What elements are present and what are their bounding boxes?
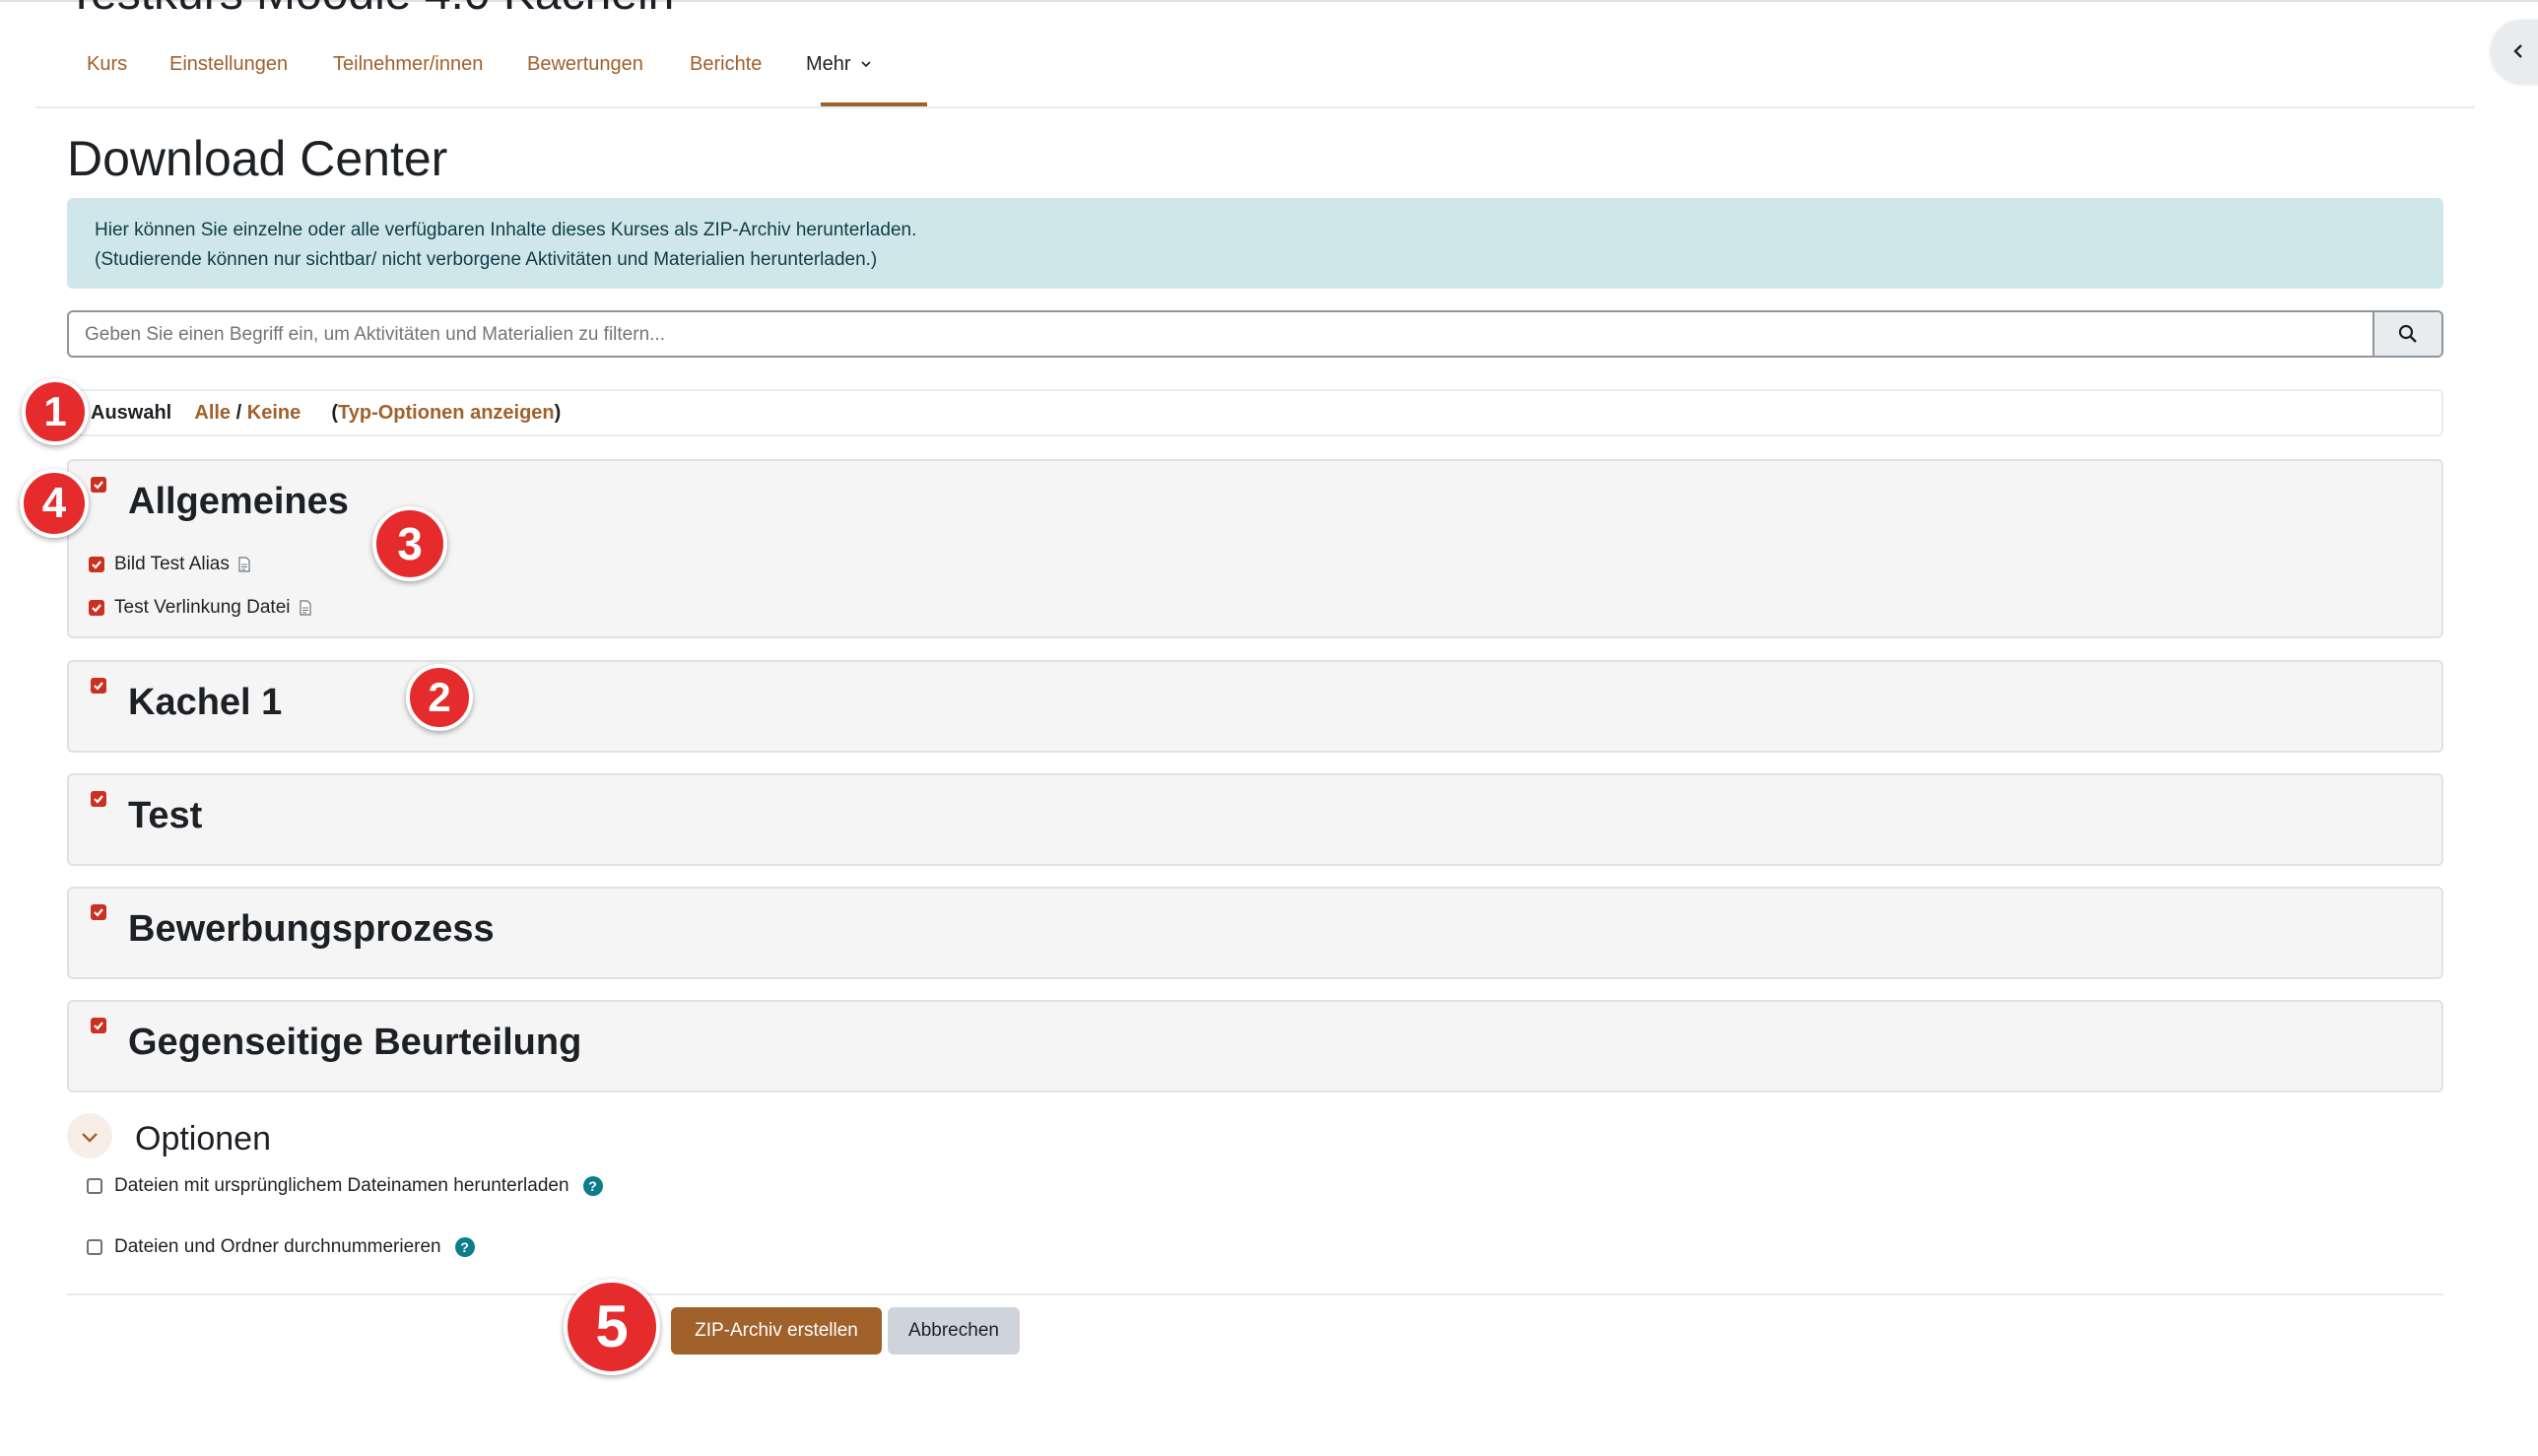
page-title: Download Center — [67, 131, 448, 186]
options-title: Optionen — [135, 1120, 271, 1158]
course-nav: Kurs Einstellungen Teilnehmer/innen Bewe… — [35, 32, 2475, 108]
item-label: Test Verlinkung Datei — [114, 597, 291, 618]
option-label: Dateien und Ordner durchnummerieren — [114, 1236, 441, 1257]
drawer-toggle-button[interactable] — [2491, 20, 2538, 83]
chevron-down-icon — [82, 1133, 98, 1143]
filter-input[interactable] — [83, 316, 2382, 354]
search-icon — [2398, 324, 2417, 343]
item-checkbox[interactable] — [89, 600, 104, 616]
option-checkbox[interactable] — [87, 1178, 102, 1194]
option-label: Dateien mit ursprünglichem Dateinamen he… — [114, 1175, 569, 1196]
file-icon — [238, 557, 250, 572]
section-checkbox[interactable] — [91, 1018, 106, 1033]
section-checkbox[interactable] — [91, 477, 106, 493]
tab-einstellungen[interactable]: Einstellungen — [169, 53, 288, 76]
file-icon — [299, 600, 311, 616]
section-title: Test — [128, 795, 203, 836]
annotation-badge: 3 — [372, 506, 447, 581]
section-test: Test — [67, 773, 2443, 866]
section-checkbox[interactable] — [91, 678, 106, 694]
section-title: Bewerbungsprozess — [128, 908, 495, 950]
tab-teilnehmer[interactable]: Teilnehmer/innen — [333, 53, 483, 76]
help-icon[interactable]: ? — [582, 1176, 603, 1196]
filter-search — [67, 310, 2443, 358]
create-zip-button[interactable]: ZIP-Archiv erstellen — [671, 1307, 882, 1355]
select-all-link[interactable]: Alle — [194, 402, 231, 424]
list-item: Bild Test Alias — [89, 554, 251, 575]
item-checkbox[interactable] — [89, 557, 104, 572]
help-icon[interactable]: ? — [454, 1237, 475, 1257]
course-title: Testkurs Moodle 4.0 Kacheln — [67, 0, 674, 21]
tab-mehr-label: Mehr — [806, 53, 851, 75]
section-title: Allgemeines — [128, 481, 349, 522]
section-title: Gegenseitige Beurteilung — [128, 1022, 582, 1063]
selection-separator: / — [235, 402, 242, 424]
paren-close: ) — [554, 402, 562, 424]
option-checkbox[interactable] — [87, 1239, 102, 1255]
info-line-2: (Studierende können nur sichtbar/ nicht … — [95, 249, 878, 270]
selection-bar: Auswahl Alle / Keine (Typ-Optionen anzei… — [67, 389, 2443, 436]
annotation-badge: 4 — [20, 469, 89, 538]
type-options-link[interactable]: Typ-Optionen anzeigen — [338, 402, 555, 424]
section-bewerbungsprozess: Bewerbungsprozess — [67, 887, 2443, 979]
info-line-1: Hier können Sie einzelne oder alle verfü… — [95, 220, 917, 240]
section-checkbox[interactable] — [91, 904, 106, 920]
tab-kurs[interactable]: Kurs — [87, 53, 127, 76]
active-tab-indicator — [821, 102, 927, 106]
info-alert: Hier können Sie einzelne oder alle verfü… — [67, 198, 2443, 289]
tab-mehr[interactable]: Mehr — [806, 53, 872, 76]
annotation-badge: 2 — [406, 664, 473, 731]
annotation-badge: 5 — [564, 1279, 660, 1375]
section-checkbox[interactable] — [91, 791, 106, 807]
section-title: Kachel 1 — [128, 682, 283, 723]
form-divider — [67, 1293, 2443, 1295]
options-collapse-toggle[interactable] — [67, 1113, 112, 1158]
option-numbering: Dateien und Ordner durchnummerieren ? — [87, 1236, 475, 1258]
list-item: Test Verlinkung Datei — [89, 597, 312, 619]
tab-berichte[interactable]: Berichte — [690, 53, 762, 76]
paren-open: ( — [331, 402, 339, 424]
chevron-left-icon — [2513, 44, 2522, 58]
selection-label: Auswahl — [91, 402, 172, 424]
search-button[interactable] — [2372, 312, 2441, 356]
item-label: Bild Test Alias — [114, 554, 230, 574]
annotation-badge: 1 — [22, 378, 89, 445]
cancel-button[interactable]: Abbrechen — [888, 1307, 1020, 1355]
tab-bewertungen[interactable]: Bewertungen — [527, 53, 643, 76]
select-none-link[interactable]: Keine — [247, 402, 301, 424]
section-gegenseitige-beurteilung: Gegenseitige Beurteilung — [67, 1000, 2443, 1092]
option-original-filenames: Dateien mit ursprünglichem Dateinamen he… — [87, 1175, 603, 1197]
chevron-down-icon — [861, 61, 871, 68]
